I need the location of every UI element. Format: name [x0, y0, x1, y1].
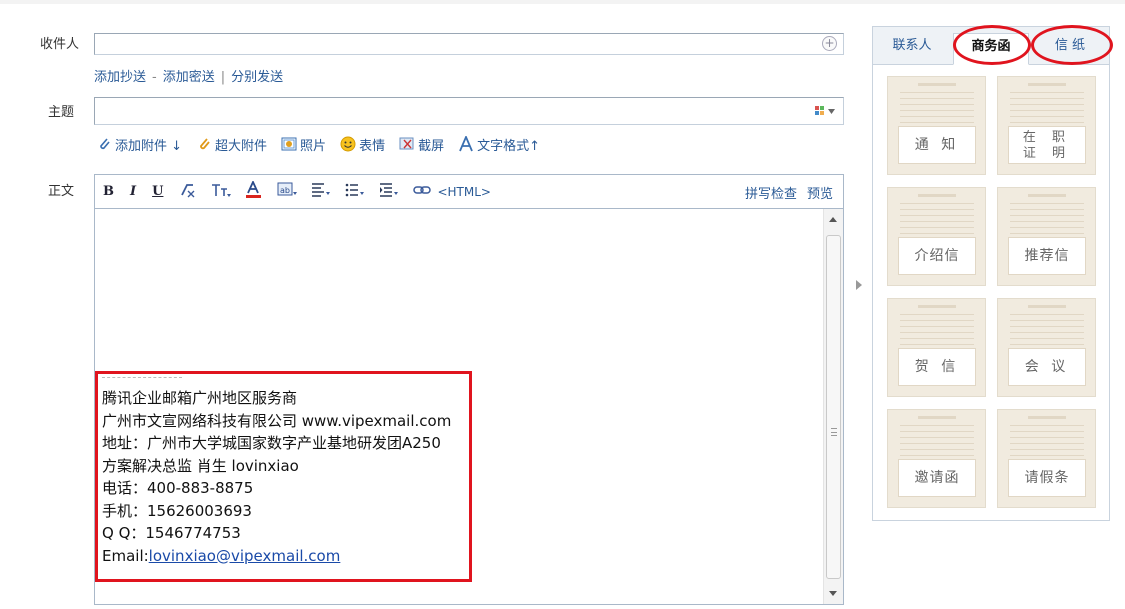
card-label: 请假条	[1008, 459, 1086, 497]
card-label: 介绍信	[898, 237, 976, 275]
link-separator: -	[152, 70, 157, 85]
align-left-icon	[312, 182, 331, 197]
screenshot-label: 截屏	[418, 138, 445, 154]
preview-link[interactable]: 预览	[807, 187, 833, 202]
link-separator: |	[220, 70, 226, 85]
link-button[interactable]	[413, 184, 432, 200]
highlight-button[interactable]: ab	[277, 182, 298, 202]
font-size-icon	[212, 183, 232, 197]
tab-highlight-oval	[1031, 25, 1113, 65]
attachment-toolbar: 添加附件 ↓ 超大附件 照片 表情 截屏 文字格式↑	[96, 134, 554, 154]
paperclip-icon	[100, 138, 110, 150]
color-grid-dropdown[interactable]	[815, 106, 835, 116]
text-format-button[interactable]: 文字格式↑	[458, 135, 540, 154]
emoji-button[interactable]: 表情	[340, 135, 385, 154]
tab-contacts[interactable]: 联系人	[881, 33, 943, 65]
italic-button[interactable]: I	[130, 184, 136, 199]
scroll-up-arrow-icon[interactable]	[829, 217, 837, 222]
plus-circle-icon[interactable]: +	[822, 36, 837, 51]
collapse-panel-arrow-icon[interactable]	[856, 280, 862, 290]
card-label: 通 知	[898, 126, 976, 164]
bullet-list-icon	[346, 183, 365, 196]
body-label: 正文	[48, 184, 75, 199]
clear-format-icon	[181, 183, 195, 197]
side-panel: 联系人 商务函 信 纸 通 知 在 职 证 明 介绍信 推荐信 贺 信 会 议 …	[872, 25, 1113, 521]
indent-icon	[380, 182, 399, 197]
large-attachment-button[interactable]: 超大附件	[196, 135, 267, 154]
template-card[interactable]: 贺 信	[887, 298, 986, 397]
bold-button[interactable]: B	[103, 184, 114, 199]
photo-icon	[281, 137, 297, 151]
indent-button[interactable]	[379, 182, 399, 202]
clear-format-button[interactable]	[179, 182, 197, 202]
chevron-down-icon	[828, 108, 835, 114]
font-color-button[interactable]	[245, 179, 263, 203]
add-attachment-label: 添加附件 ↓	[115, 138, 183, 154]
photo-button[interactable]: 照片	[281, 135, 326, 154]
link-icon	[413, 185, 432, 194]
editor-scrollbar[interactable]	[823, 209, 843, 604]
svg-text:ab: ab	[280, 186, 290, 195]
subject-label: 主题	[48, 105, 75, 120]
template-card[interactable]: 在 职 证 明	[997, 76, 1096, 175]
large-attachment-label: 超大附件	[215, 138, 268, 154]
add-cc-link[interactable]: 添加抄送	[94, 70, 146, 85]
highlight-icon: ab	[277, 182, 298, 195]
toolbar-right-actions: 拼写检查 预览	[735, 183, 833, 202]
scroll-down-arrow-icon[interactable]	[829, 591, 837, 596]
align-button[interactable]	[311, 182, 331, 202]
html-mode-button[interactable]: <HTML>	[437, 185, 491, 199]
text-format-label: 文字格式↑	[477, 138, 540, 154]
card-label: 在 职 证 明	[1008, 126, 1086, 164]
card-label: 会 议	[1008, 348, 1086, 386]
smiley-icon	[340, 136, 356, 152]
template-card[interactable]: 推荐信	[997, 187, 1096, 286]
grip-icon	[831, 428, 837, 436]
signature-highlight-box	[95, 371, 472, 582]
add-bcc-link[interactable]: 添加密送	[163, 70, 215, 85]
spellcheck-link[interactable]: 拼写检查	[745, 187, 797, 202]
recipient-links: 添加抄送 - 添加密送 | 分别发送	[94, 66, 283, 85]
template-card[interactable]: 介绍信	[887, 187, 986, 286]
tab-highlight-oval	[953, 25, 1031, 65]
recipient-input[interactable]: +	[94, 33, 844, 55]
card-label: 贺 信	[898, 348, 976, 386]
text-format-icon	[459, 136, 473, 152]
template-card[interactable]: 请假条	[997, 409, 1096, 508]
card-label: 邀请函	[898, 459, 976, 497]
font-color-icon	[246, 179, 262, 198]
subject-input[interactable]	[94, 97, 844, 125]
underline-button[interactable]: U	[152, 184, 163, 199]
scroll-thumb[interactable]	[826, 235, 841, 579]
large-paperclip-icon	[200, 138, 210, 150]
photo-label: 照片	[300, 138, 327, 154]
screenshot-button[interactable]: 截屏	[399, 135, 444, 154]
separate-send-link[interactable]: 分别发送	[231, 70, 283, 85]
card-label: 推荐信	[1008, 237, 1086, 275]
font-size-button[interactable]	[211, 182, 232, 202]
editor-toolbar: B I U ab <HTML> 拼写检查 预览	[94, 174, 844, 209]
template-card[interactable]: 会 议	[997, 298, 1096, 397]
template-card[interactable]: 邀请函	[887, 409, 986, 508]
recipient-label: 收件人	[40, 37, 80, 52]
scissors-icon	[399, 137, 414, 150]
template-card[interactable]: 通 知	[887, 76, 986, 175]
add-attachment-button[interactable]: 添加附件 ↓	[96, 135, 182, 154]
bullet-list-button[interactable]	[345, 182, 365, 202]
color-grid-icon	[815, 106, 824, 115]
top-border	[0, 0, 1125, 4]
emoji-label: 表情	[359, 138, 386, 154]
